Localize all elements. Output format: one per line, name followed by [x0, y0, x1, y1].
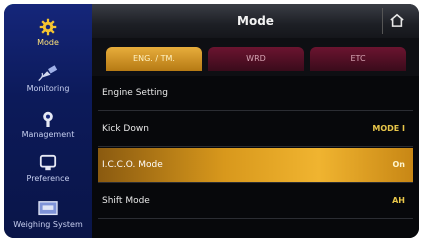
row-label: Engine Setting: [102, 88, 168, 98]
row-shift-mode[interactable]: Shift Mode AH: [98, 184, 413, 219]
display-frame: Mode Monitoring Management Preference We…: [4, 4, 419, 238]
sidebar-item-preference[interactable]: Preference: [4, 144, 92, 192]
sidebar: Mode Monitoring Management Preference We…: [4, 4, 93, 238]
home-button[interactable]: [382, 8, 411, 34]
screen: Mode Monitoring Management Preference We…: [0, 0, 423, 242]
row-label: Kick Down: [102, 124, 149, 134]
sidebar-item-weighing-system[interactable]: Weighing System: [4, 190, 92, 238]
row-label: Shift Mode: [102, 196, 150, 206]
tab-etc[interactable]: ETC: [310, 47, 406, 71]
row-engine-setting[interactable]: Engine Setting: [98, 76, 413, 111]
page-title: Mode: [237, 14, 274, 28]
sidebar-item-label: Mode: [37, 37, 59, 47]
sidebar-item-mode[interactable]: Mode: [4, 8, 92, 56]
tab-wrd[interactable]: WRD: [208, 47, 304, 71]
sidebar-item-monitoring[interactable]: Monitoring: [4, 54, 92, 102]
scale-icon: [37, 200, 59, 218]
tab-eng-tm[interactable]: ENG. / TM.: [106, 47, 202, 71]
gear-icon: [39, 18, 57, 36]
monitor-icon: [39, 154, 57, 172]
satellite-icon: [37, 64, 59, 82]
sidebar-item-label: Management: [21, 129, 75, 139]
home-icon: [389, 12, 405, 31]
header-bar: Mode: [92, 4, 419, 39]
sidebar-item-label: Preference: [26, 173, 70, 183]
tab-bar: ENG. / TM. WRD ETC: [92, 38, 419, 76]
row-kick-down[interactable]: Kick Down MODE I: [98, 112, 413, 147]
settings-list: Engine Setting Kick Down MODE I I.C.C.O.…: [92, 76, 419, 238]
wrench-icon: [40, 110, 56, 128]
sidebar-item-management[interactable]: Management: [4, 100, 92, 148]
row-value: On: [392, 160, 406, 169]
row-label: I.C.C.O. Mode: [102, 160, 163, 170]
row-value: AH: [392, 196, 405, 205]
row-value: MODE I: [372, 124, 405, 133]
sidebar-item-label: Monitoring: [26, 83, 70, 93]
sidebar-item-label: Weighing System: [13, 219, 83, 229]
row-icco-mode[interactable]: I.C.C.O. Mode On: [98, 148, 413, 183]
